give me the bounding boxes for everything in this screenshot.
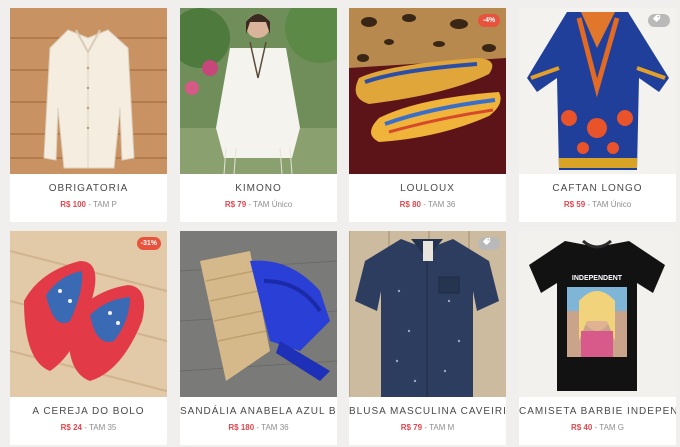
tag-badge — [478, 237, 500, 250]
product-photo[interactable] — [519, 8, 676, 174]
product-price: R$ 80 — [399, 200, 421, 209]
product-grid: OBRIGATORIA R$ 100 - TAM P KIMONO R$ 79 … — [0, 0, 680, 447]
product-info: SANDÁLIA ANABELA AZUL BI R$ 180 - TAM 36 — [180, 397, 337, 445]
product-size: TAM G — [599, 423, 625, 432]
product-photo[interactable]: -31% — [10, 231, 167, 397]
product-info: A CEREJA DO BOLO R$ 24 - TAM 35 — [10, 397, 167, 445]
product-card[interactable]: -4% LOULOUX R$ 80 - TAM 36 — [349, 8, 506, 222]
product-title[interactable]: CAFTAN LONGO — [519, 174, 676, 194]
product-title[interactable]: LOULOUX — [349, 174, 506, 194]
product-card[interactable]: INDEPENDENT CAMISETA BARBIE INDEPEND R$ … — [519, 231, 676, 445]
price-tag-icon — [652, 14, 661, 23]
product-title[interactable]: OBRIGATORIA — [10, 174, 167, 194]
product-photo[interactable]: -4% — [349, 8, 506, 174]
product-photo[interactable] — [180, 8, 337, 174]
product-price: R$ 79 — [224, 200, 247, 209]
product-size: TAM Único — [253, 200, 293, 209]
product-title[interactable]: KIMONO — [180, 174, 337, 194]
product-info: OBRIGATORIA R$ 100 - TAM P — [10, 174, 167, 222]
product-size: TAM M — [429, 423, 455, 432]
product-card[interactable]: BLUSA MASCULINA CAVEIRIN R$ 79 - TAM M — [349, 231, 506, 445]
product-photo[interactable] — [349, 231, 506, 397]
product-info: LOULOUX R$ 80 - TAM 36 — [349, 174, 506, 222]
product-card[interactable]: -31% A CEREJA DO BOLO R$ 24 - TAM 35 — [10, 231, 167, 445]
product-price: R$ 24 — [60, 423, 82, 432]
product-title[interactable]: A CEREJA DO BOLO — [10, 397, 167, 417]
product-title[interactable]: BLUSA MASCULINA CAVEIRIN — [349, 397, 506, 417]
discount-badge: -31% — [136, 237, 161, 250]
tshirt-print-text: INDEPENDENT — [572, 275, 623, 282]
discount-badge: -4% — [478, 14, 500, 27]
product-title[interactable]: CAMISETA BARBIE INDEPEND — [519, 397, 676, 417]
product-info: BLUSA MASCULINA CAVEIRIN R$ 79 - TAM M — [349, 397, 506, 445]
product-card[interactable]: OBRIGATORIA R$ 100 - TAM P — [10, 8, 167, 222]
product-price: R$ 40 — [570, 423, 593, 432]
product-info: KIMONO R$ 79 - TAM Único — [180, 174, 337, 222]
tag-badge — [648, 14, 670, 27]
product-card[interactable]: KIMONO R$ 79 - TAM Único — [180, 8, 337, 222]
product-card[interactable]: SANDÁLIA ANABELA AZUL BI R$ 180 - TAM 36 — [180, 231, 337, 445]
product-title[interactable]: SANDÁLIA ANABELA AZUL BI — [180, 397, 337, 417]
product-price: R$ 100 — [60, 200, 86, 209]
product-info: CAMISETA BARBIE INDEPEND R$ 40 - TAM G — [519, 397, 676, 445]
product-info: CAFTAN LONGO R$ 59 - TAM Único — [519, 174, 676, 222]
product-size: TAM P — [92, 200, 117, 209]
product-size: TAM 36 — [261, 423, 289, 432]
product-photo[interactable] — [180, 231, 337, 397]
product-size: TAM 35 — [88, 423, 117, 432]
product-photo[interactable] — [10, 8, 167, 174]
product-photo[interactable]: INDEPENDENT — [519, 231, 676, 397]
product-price: R$ 59 — [563, 200, 586, 209]
product-price: R$ 79 — [400, 423, 423, 432]
product-price: R$ 180 — [228, 423, 255, 432]
price-tag-icon — [482, 237, 491, 246]
product-size: TAM 36 — [427, 200, 456, 209]
product-size: TAM Único — [592, 200, 632, 209]
product-card[interactable]: CAFTAN LONGO R$ 59 - TAM Único — [519, 8, 676, 222]
